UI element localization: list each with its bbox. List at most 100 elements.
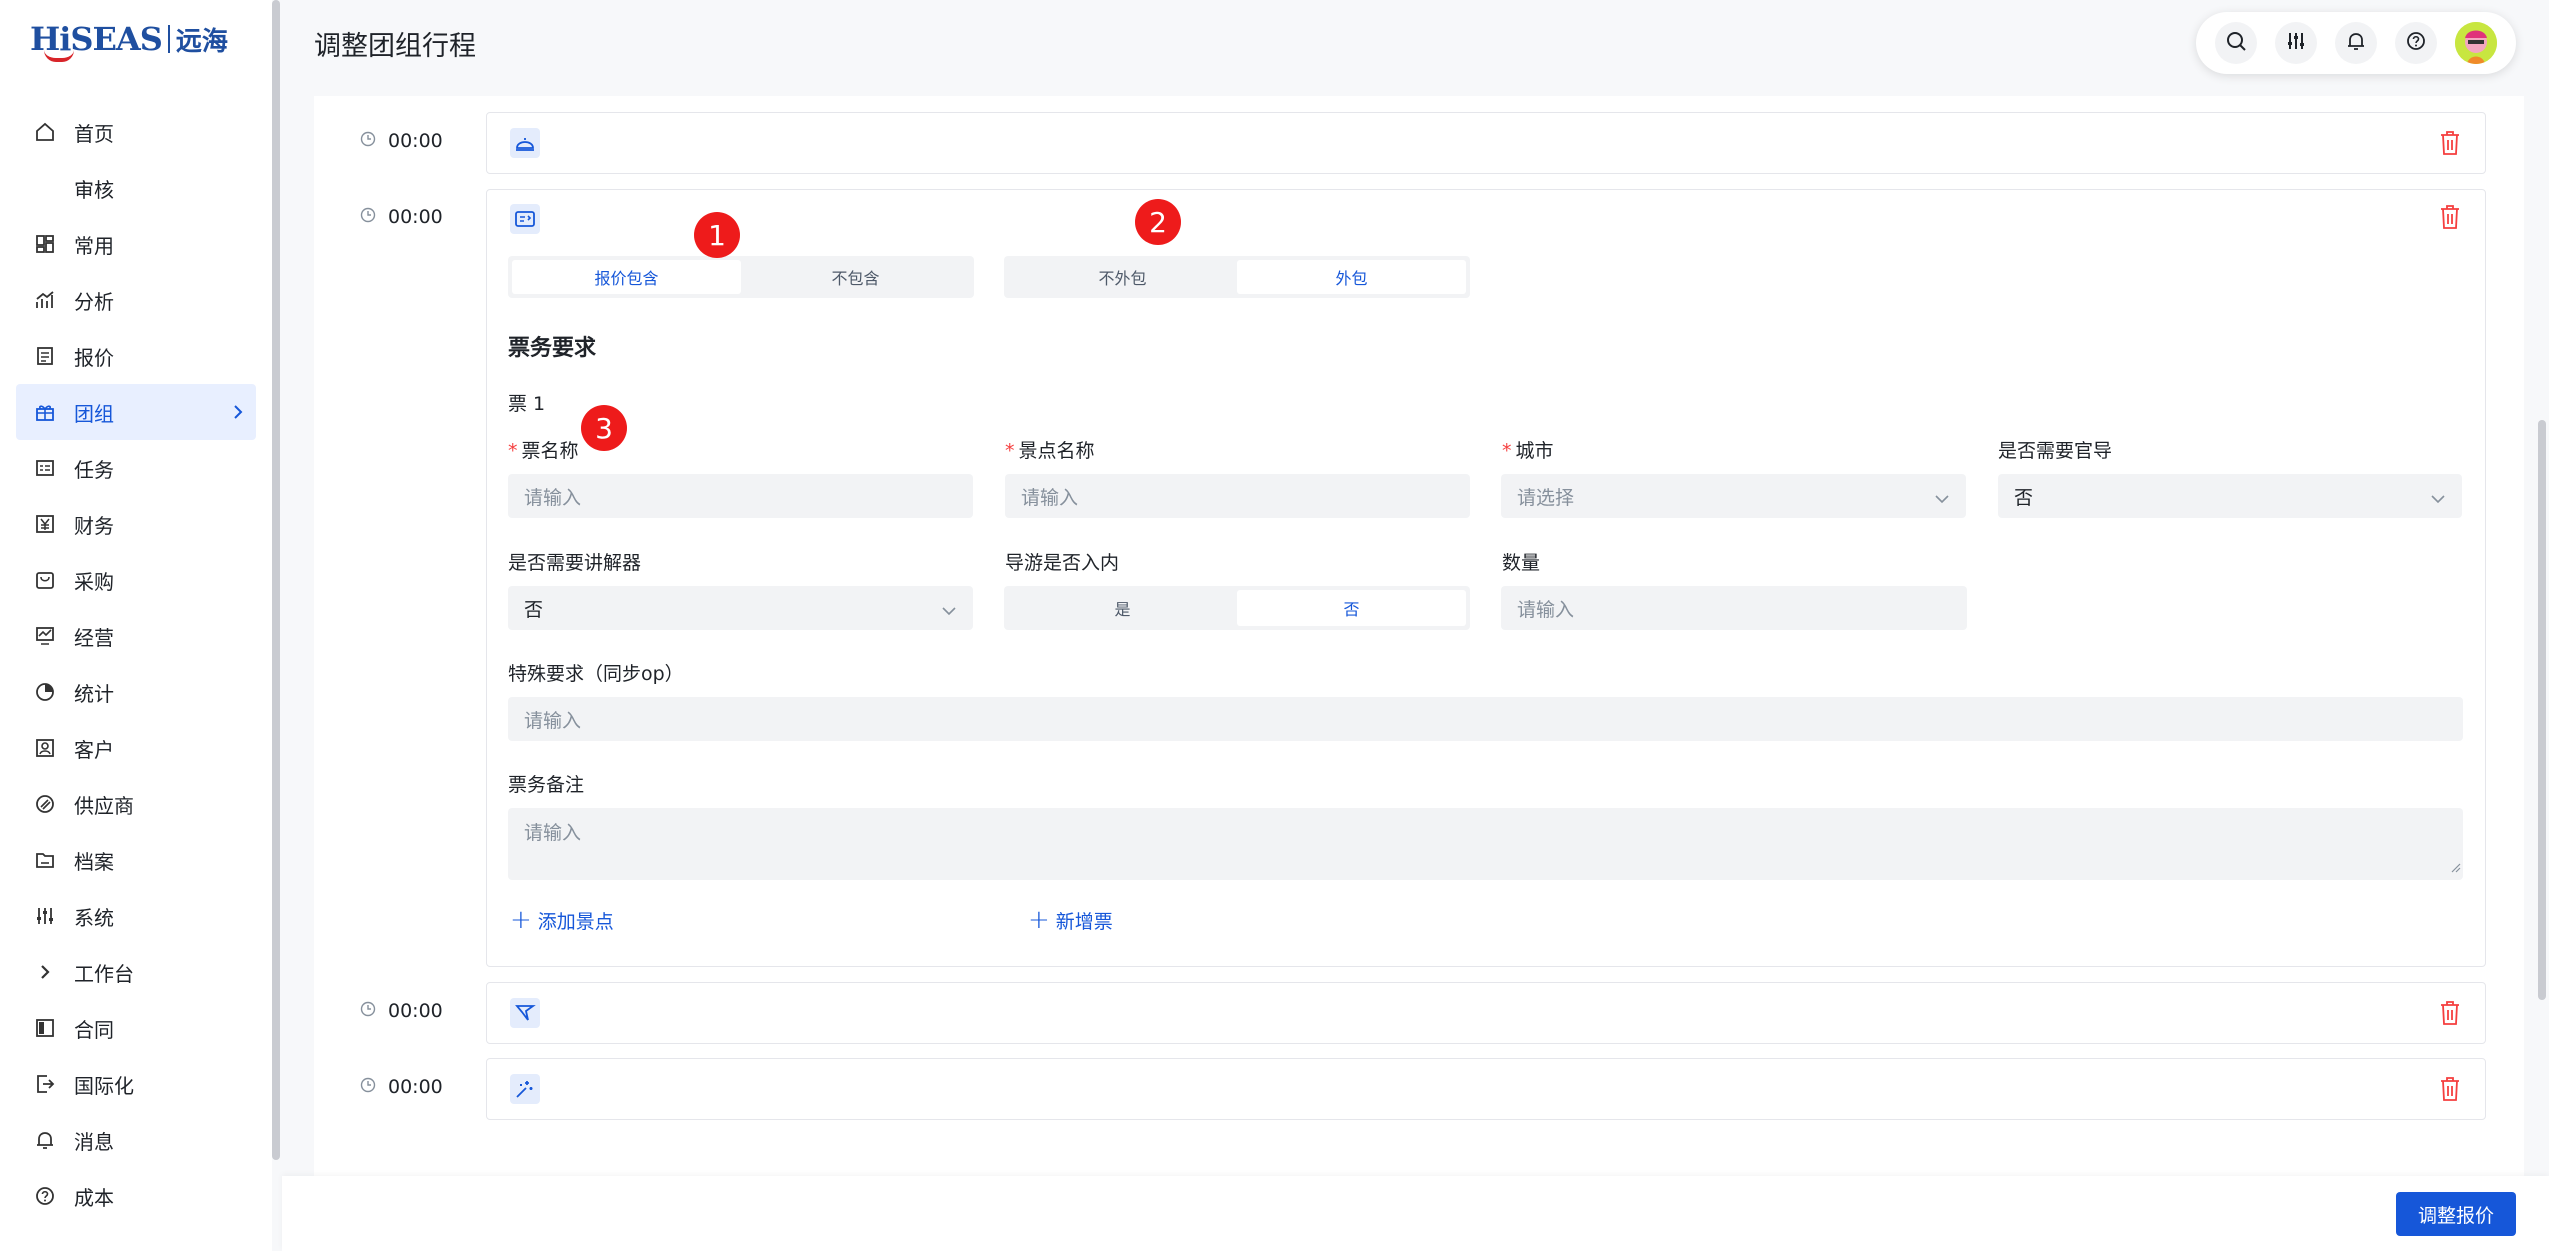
sidebar-item-common[interactable]: 常用 xyxy=(16,216,256,272)
gift-icon xyxy=(34,401,56,423)
sidebar-item-label: 消息 xyxy=(74,1129,114,1154)
add-spot-label: 添加景点 xyxy=(537,910,614,933)
special-requirement-label: 特殊要求（同步op） xyxy=(508,663,684,685)
main-scrollbar[interactable] xyxy=(2538,420,2546,1000)
ticket-note-textarea[interactable]: 请输入 xyxy=(508,808,2463,880)
sidebar-item-label: 系统 xyxy=(74,905,114,930)
bell-icon xyxy=(2346,31,2366,55)
add-spot-button[interactable]: + 添加景点 xyxy=(510,905,614,935)
delete-button[interactable] xyxy=(2439,204,2461,234)
delete-button[interactable] xyxy=(2439,1000,2461,1030)
contact-icon xyxy=(34,737,56,759)
sidebar-item-task[interactable]: 任务 xyxy=(16,440,256,496)
chevron-right-icon xyxy=(232,402,244,426)
annotation-badge: 2 xyxy=(1135,199,1181,245)
not-outsource-option[interactable]: 不外包 xyxy=(1008,260,1237,294)
quantity-input[interactable]: 请输入 xyxy=(1501,586,1967,630)
flag-icon[interactable] xyxy=(510,998,540,1028)
need-explainer-select[interactable]: 否 xyxy=(508,586,973,630)
chevron-down-icon xyxy=(941,600,957,622)
sidebar-item-group[interactable]: 团组 xyxy=(16,384,256,440)
sidebar-item-label: 客户 xyxy=(74,737,114,762)
settings-button[interactable] xyxy=(2275,22,2317,64)
spot-name-label: * 景点名称 xyxy=(1005,440,1095,462)
sidebar-item-i18n[interactable]: 国际化 xyxy=(16,1056,256,1112)
sidebar-item-home[interactable]: 首页 xyxy=(16,104,256,160)
sidebar-item-stats[interactable]: 统计 xyxy=(16,664,256,720)
spot-name-input[interactable]: 请输入 xyxy=(1005,474,1470,518)
page-title: 调整团组行程 xyxy=(314,31,476,62)
logo-cn: 远海 xyxy=(175,26,228,57)
sidebar-item-customer[interactable]: 客户 xyxy=(16,720,256,776)
help-icon xyxy=(34,1185,56,1207)
delete-button[interactable] xyxy=(2439,1076,2461,1106)
quote-exclude-option[interactable]: 不包含 xyxy=(741,260,970,294)
clock-icon xyxy=(360,1076,376,1098)
search-icon xyxy=(2225,30,2247,56)
sidebar-item-operation[interactable]: 经营 xyxy=(16,608,256,664)
link-icon xyxy=(34,793,56,815)
guide-enter-no-option[interactable]: 否 xyxy=(1237,590,1466,626)
delete-button[interactable] xyxy=(2439,130,2461,160)
resize-handle-icon[interactable] xyxy=(2449,856,2461,878)
sidebar-item-system[interactable]: 系统 xyxy=(16,888,256,944)
outsource-option[interactable]: 外包 xyxy=(1237,260,1466,294)
help-button[interactable] xyxy=(2395,22,2437,64)
quantity-label: 数量 xyxy=(1502,552,1541,574)
sidebar-item-workbench[interactable]: 工作台 xyxy=(16,944,256,1000)
outsource-switch: 不外包 外包 xyxy=(1004,256,1470,298)
help-icon xyxy=(2406,31,2426,55)
sidebar-item-label: 常用 xyxy=(74,233,114,258)
monitor-icon xyxy=(34,625,56,647)
add-ticket-label: 新增票 xyxy=(1055,910,1113,933)
ticket-name-input[interactable]: 请输入 xyxy=(508,474,973,518)
time-value: 00:00 xyxy=(388,130,443,152)
sidebar: HiSEAS 远海 首页 审核 常用 分析 报价 团组 任务 财务 采购 经营 … xyxy=(0,0,272,1251)
add-ticket-button[interactable]: + 新增票 xyxy=(1028,905,1113,935)
logo[interactable]: HiSEAS 远海 xyxy=(30,16,228,62)
clock-icon xyxy=(360,1000,376,1022)
ticket-name-label: * 票名称 xyxy=(508,440,579,462)
magic-icon[interactable] xyxy=(510,1074,540,1104)
sidebar-item-review[interactable]: 审核 xyxy=(16,160,256,216)
section-title: 票务要求 xyxy=(508,336,597,361)
notification-button[interactable] xyxy=(2335,22,2377,64)
chevron-down-icon xyxy=(1934,488,1950,510)
need-explainer-label: 是否需要讲解器 xyxy=(508,552,642,574)
blank-icon xyxy=(34,177,56,199)
guide-enter-yes-option[interactable]: 是 xyxy=(1008,590,1237,626)
special-requirement-input[interactable]: 请输入 xyxy=(508,697,2463,741)
sidebar-item-archive[interactable]: 档案 xyxy=(16,832,256,888)
pie-icon xyxy=(34,681,56,703)
sidebar-item-supplier[interactable]: 供应商 xyxy=(16,776,256,832)
sidebar-item-cost[interactable]: 成本 xyxy=(16,1168,256,1224)
ticket-icon[interactable] xyxy=(510,204,540,234)
sidebar-item-analysis[interactable]: 分析 xyxy=(16,272,256,328)
need-official-guide-value: 否 xyxy=(2014,486,2034,509)
itinerary-card-meal xyxy=(486,112,2486,174)
sidebar-item-purchase[interactable]: 采购 xyxy=(16,552,256,608)
sidebar-item-quote[interactable]: 报价 xyxy=(16,328,256,384)
sidebar-item-label: 国际化 xyxy=(74,1073,134,1098)
avatar[interactable] xyxy=(2455,22,2497,64)
sidebar-item-contract[interactable]: 合同 xyxy=(16,1000,256,1056)
sidebar-item-label: 报价 xyxy=(74,345,114,370)
city-select-value: 请选择 xyxy=(1517,486,1575,509)
adjust-quote-button[interactable]: 调整报价 xyxy=(2396,1192,2516,1236)
city-label: * 城市 xyxy=(1502,440,1554,462)
need-official-guide-select[interactable]: 否 xyxy=(1998,474,2462,518)
search-button[interactable] xyxy=(2215,22,2257,64)
sidebar-scrollbar[interactable] xyxy=(272,0,280,1160)
guide-enter-label: 导游是否入内 xyxy=(1005,552,1120,574)
grid-icon xyxy=(34,233,56,255)
sidebar-item-finance[interactable]: 财务 xyxy=(16,496,256,552)
sliders-icon xyxy=(2286,31,2306,55)
guide-enter-switch: 是 否 xyxy=(1004,586,1470,630)
city-select[interactable]: 请选择 xyxy=(1501,474,1966,518)
quote-include-option[interactable]: 报价包含 xyxy=(512,260,741,294)
dish-icon[interactable] xyxy=(510,128,540,158)
ticket-note-label: 票务备注 xyxy=(508,774,585,796)
sidebar-item-message[interactable]: 消息 xyxy=(16,1112,256,1168)
sidebar-item-label: 成本 xyxy=(74,1185,114,1210)
ticket-index-label: 票 1 xyxy=(508,393,546,415)
